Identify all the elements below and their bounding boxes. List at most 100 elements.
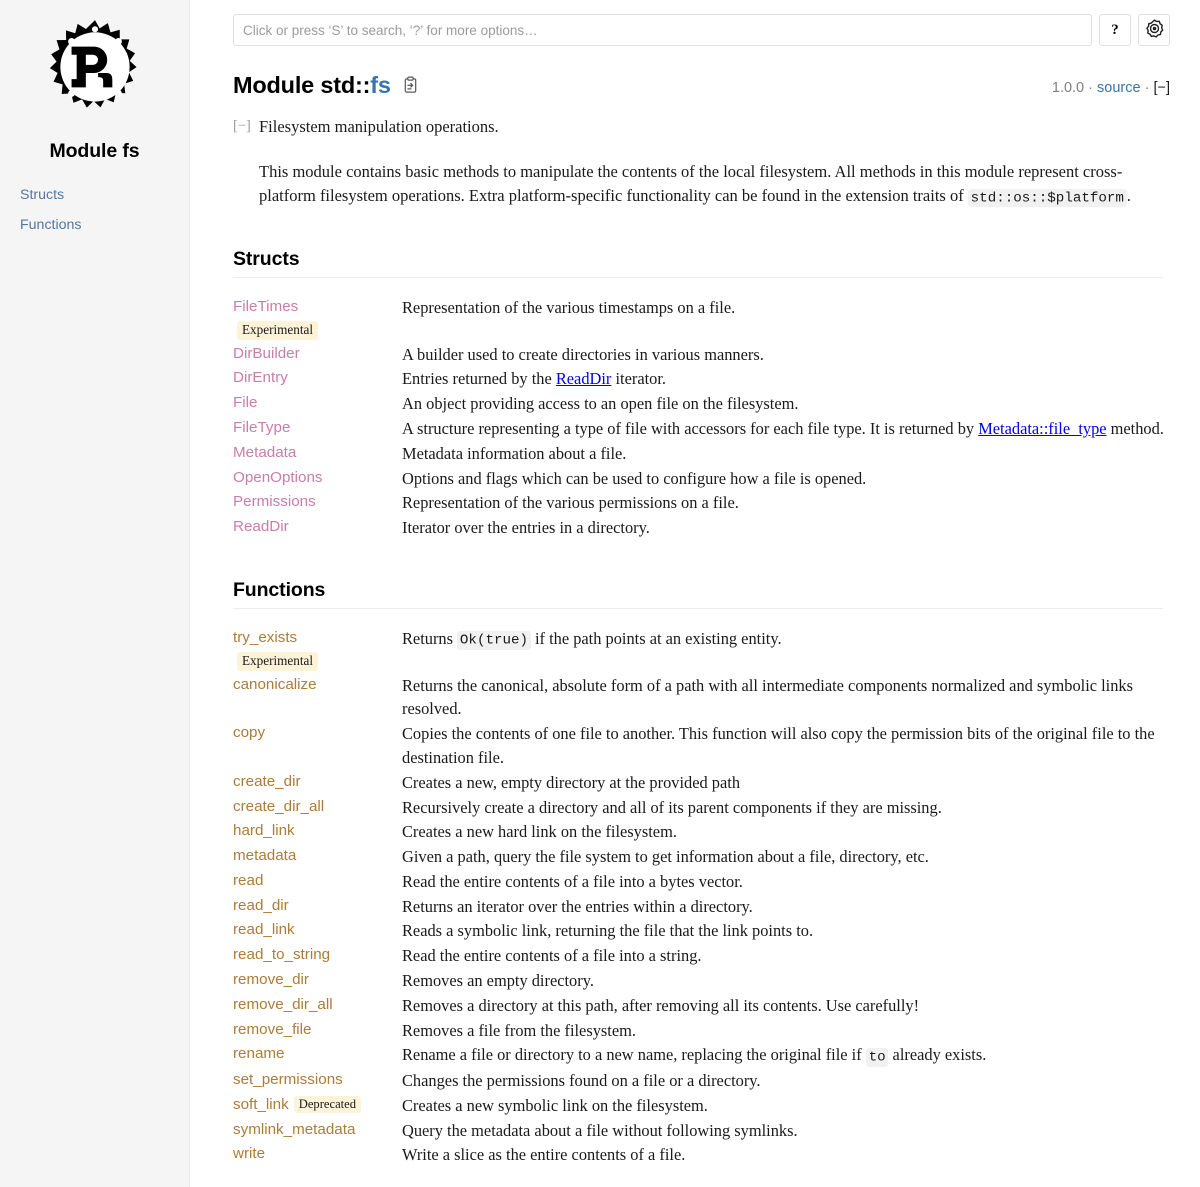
item-link-DirBuilder[interactable]: DirBuilder	[233, 345, 300, 362]
sidebar-item-structs[interactable]: Structs	[20, 187, 189, 204]
description-text: Given a path, query the file system to g…	[402, 847, 929, 867]
item-description: Representation of the various permission…	[402, 490, 1170, 515]
item-name-cell: read_link	[233, 918, 402, 941]
stability-badge: Deprecated	[293, 1095, 362, 1114]
item-row: copy Copies the contents of one file to a…	[233, 721, 1170, 770]
rust-logo-link[interactable]	[0, 10, 189, 128]
item-link-remove_dir[interactable]: remove_dir	[233, 971, 309, 988]
module-description-part2: .	[1126, 186, 1131, 205]
stability-badge-row: Experimental	[233, 318, 394, 342]
item-link-create_dir[interactable]: create_dir	[233, 773, 301, 790]
copy-path-button[interactable]	[402, 73, 419, 100]
item-row: read_to_string Read the entire contents o…	[233, 943, 1170, 968]
item-description: Removes an empty directory.	[402, 968, 1170, 993]
item-link-try_exists[interactable]: try_exists	[233, 629, 297, 646]
item-description: Rename a file or directory to a new name…	[402, 1042, 1170, 1068]
module-docblock: [−] Filesystem manipulation operations.	[233, 115, 1170, 140]
description-text: Returns	[402, 628, 458, 648]
item-link-set_permissions[interactable]: set_permissions	[233, 1071, 343, 1088]
sidebar-item-functions[interactable]: Functions	[20, 217, 189, 234]
toggle-docs-button[interactable]: [−]	[233, 116, 251, 138]
description-text: Representation of the various timestamps…	[402, 297, 736, 317]
description-text: iterator.	[611, 369, 666, 389]
item-row: OpenOptions Options and flags which can b…	[233, 466, 1170, 491]
item-description: Returns an iterator over the entries wit…	[402, 894, 1170, 919]
item-row: remove_dir_all Removes a directory at thi…	[233, 993, 1170, 1018]
item-link-hard_link[interactable]: hard_link	[233, 822, 295, 839]
item-description: A builder used to create directories in …	[402, 342, 1170, 367]
item-name-cell: read_dir	[233, 894, 402, 917]
item-description: Creates a new symbolic link on the files…	[402, 1093, 1170, 1118]
item-name-cell: OpenOptions	[233, 466, 402, 489]
item-description: Recursively create a directory and all o…	[402, 795, 1170, 820]
item-name-cell: copy	[233, 721, 402, 744]
item-row: symlink_metadata Query the metadata about…	[233, 1118, 1170, 1143]
item-link-Permissions[interactable]: Permissions	[233, 493, 316, 510]
item-description: Returns the canonical, absolute form of …	[402, 673, 1170, 722]
item-name-cell: FileTimes Experimental	[233, 295, 402, 342]
item-link-Metadata[interactable]: Metadata	[233, 444, 296, 461]
item-link-metadata[interactable]: metadata	[233, 847, 296, 864]
item-link-remove_dir_all[interactable]: remove_dir_all	[233, 996, 333, 1013]
item-name-cell: DirEntry	[233, 366, 402, 389]
item-link-copy[interactable]: copy	[233, 724, 265, 741]
item-link-symlink_metadata[interactable]: symlink_metadata	[233, 1121, 355, 1138]
item-link-read[interactable]: read	[233, 872, 263, 889]
description-text: Recursively create a directory and all o…	[402, 797, 942, 817]
heading-meta: 1.0.0 · source · [−]	[1052, 80, 1170, 96]
item-link-OpenOptions[interactable]: OpenOptions	[233, 469, 323, 486]
inline-code-link[interactable]: Metadata::file_type	[978, 419, 1106, 438]
rust-logo-icon	[41, 16, 149, 124]
item-name-cell: File	[233, 391, 402, 414]
item-link-canonicalize[interactable]: canonicalize	[233, 676, 317, 693]
meta-separator-2: ·	[1144, 79, 1150, 96]
item-row: DirEntry Entries returned by the ReadDir …	[233, 366, 1170, 391]
item-link-read_link[interactable]: read_link	[233, 921, 295, 938]
item-description: An object providing access to an open fi…	[402, 391, 1170, 416]
item-name-cell: ReadDir	[233, 515, 402, 538]
item-name-cell: set_permissions	[233, 1068, 402, 1091]
item-row: remove_dir Removes an empty directory.	[233, 968, 1170, 993]
item-link-soft_link[interactable]: soft_link	[233, 1096, 289, 1113]
item-row: write Write a slice as the entire content…	[233, 1142, 1170, 1167]
item-link-File[interactable]: File	[233, 394, 257, 411]
item-description: Removes a directory at this path, after …	[402, 993, 1170, 1018]
source-link[interactable]: source	[1097, 80, 1141, 96]
item-row: try_exists Experimental Returns Ok(true) i…	[233, 626, 1170, 673]
item-link-ReadDir[interactable]: ReadDir	[233, 518, 289, 535]
version-label: 1.0.0	[1051, 79, 1085, 96]
inline-code: Ok(true)	[457, 631, 531, 651]
page-title: Module std:: fs	[233, 72, 419, 99]
item-row: DirBuilder A builder used to create direc…	[233, 342, 1170, 367]
search-input[interactable]	[233, 14, 1092, 46]
description-text: Removes a file from the filesystem.	[402, 1020, 636, 1040]
inline-code: to	[865, 1047, 889, 1067]
item-link-write[interactable]: write	[233, 1145, 265, 1162]
inline-code-link[interactable]: ReadDir	[556, 369, 612, 388]
item-name-cell: remove_dir	[233, 968, 402, 991]
settings-button[interactable]	[1138, 14, 1170, 46]
item-row: canonicalize Returns the canonical, absol…	[233, 673, 1170, 722]
item-link-remove_file[interactable]: remove_file	[233, 1021, 312, 1038]
item-link-create_dir_all[interactable]: create_dir_all	[233, 798, 324, 815]
item-link-FileType[interactable]: FileType	[233, 419, 290, 436]
collapse-all-toggle[interactable]: [−]	[1153, 80, 1170, 96]
stability-badge-row: Experimental	[233, 649, 394, 673]
item-link-read_dir[interactable]: read_dir	[233, 897, 289, 914]
item-name-cell: Metadata	[233, 441, 402, 464]
item-name-cell: create_dir	[233, 770, 402, 793]
description-text: Copies the contents of one file to anoth…	[402, 724, 1155, 767]
item-link-FileTimes[interactable]: FileTimes	[233, 298, 298, 315]
item-description: Creates a new hard link on the filesyste…	[402, 819, 1170, 844]
description-text: if the path points at an existing entity…	[530, 628, 782, 648]
section-heading-structs: Structs	[233, 248, 1163, 278]
item-link-read_to_string[interactable]: read_to_string	[233, 946, 330, 963]
platform-code: std::os::$platform	[967, 188, 1127, 208]
item-link-rename[interactable]: rename	[233, 1045, 285, 1062]
help-button[interactable]: ?	[1099, 14, 1131, 46]
description-text: Creates a new, empty directory at the pr…	[402, 772, 741, 792]
item-link-DirEntry[interactable]: DirEntry	[233, 369, 288, 386]
item-row: set_permissions Changes the permissions f…	[233, 1068, 1170, 1093]
item-row: File An object providing access to an ope…	[233, 391, 1170, 416]
item-description: Copies the contents of one file to anoth…	[402, 721, 1170, 770]
